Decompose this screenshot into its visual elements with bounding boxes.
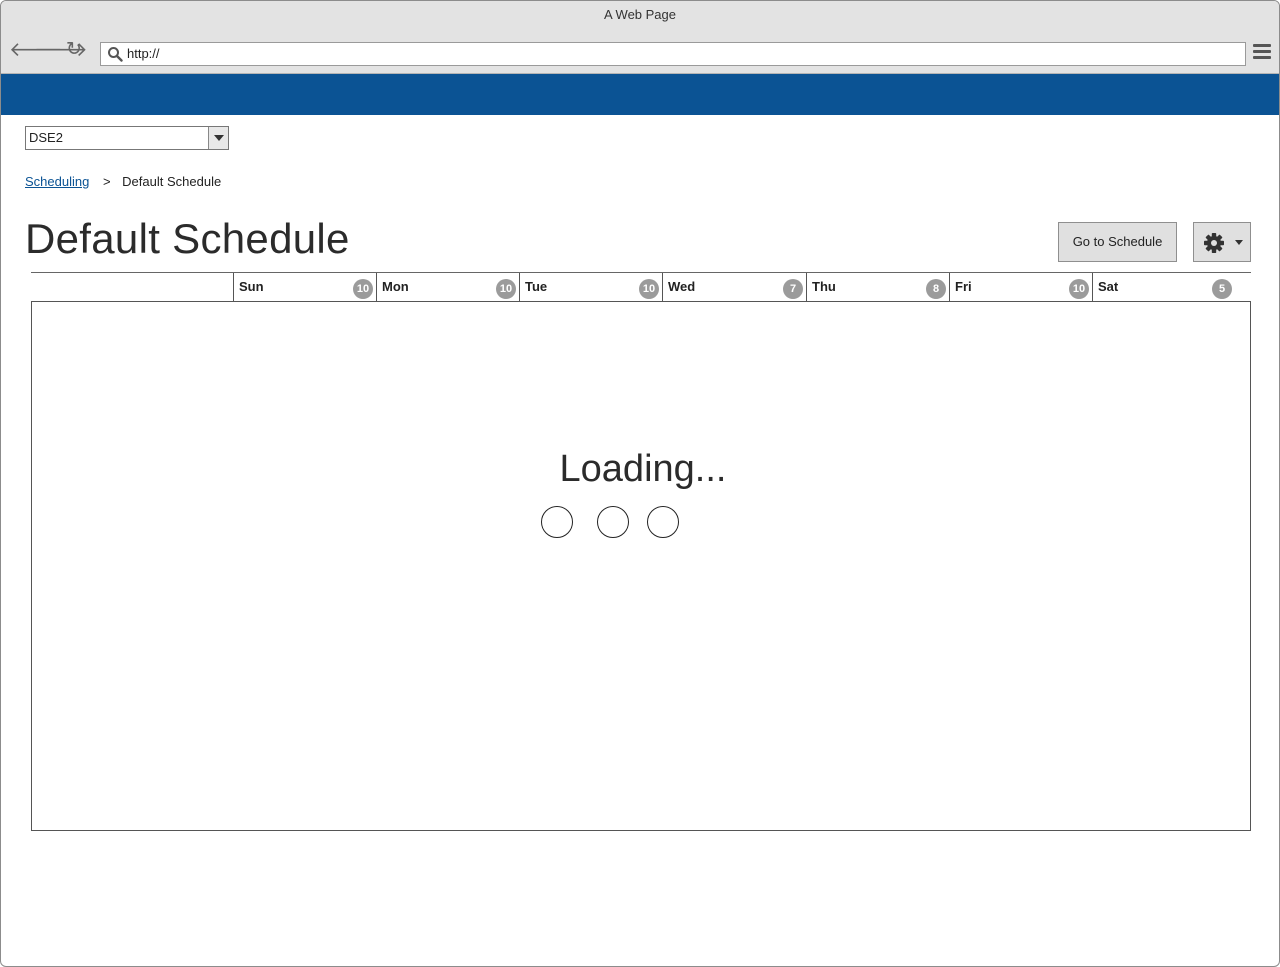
- day-column-mon[interactable]: Mon 10: [376, 273, 519, 301]
- browser-toolbar: 🡐 🡒 ↻ http://: [1, 29, 1279, 74]
- search-icon: [108, 47, 123, 62]
- settings-menu-button[interactable]: [1193, 222, 1251, 262]
- day-count-badge: 10: [639, 279, 659, 299]
- go-to-schedule-button[interactable]: Go to Schedule: [1058, 222, 1177, 262]
- day-name: Mon: [382, 279, 409, 294]
- day-column-thu[interactable]: Thu 8: [806, 273, 949, 301]
- forward-arrow-icon[interactable]: 🡒: [34, 39, 88, 61]
- day-name: Wed: [668, 279, 696, 294]
- gear-icon: [1204, 233, 1224, 253]
- day-header-row: Sun 10 Mon 10 Tue 10 Wed 7 Thu 8 Fri 10 …: [31, 272, 1251, 303]
- breadcrumb-separator: >: [102, 174, 111, 189]
- address-bar[interactable]: http://: [100, 42, 1246, 66]
- breadcrumb-link-scheduling[interactable]: Scheduling: [25, 174, 89, 189]
- browser-window: A Web Page 🡐 🡒 ↻ http:// DSE2 Scheduling…: [0, 0, 1280, 967]
- day-column-sat[interactable]: Sat 5: [1092, 273, 1235, 301]
- day-count-badge: 7: [783, 279, 803, 299]
- location-select-value: DSE2: [29, 130, 63, 145]
- chevron-down-icon: [1235, 240, 1243, 245]
- day-name: Fri: [955, 279, 972, 294]
- day-name: Thu: [812, 279, 836, 294]
- window-title: A Web Page: [1, 1, 1279, 29]
- reload-icon[interactable]: ↻: [63, 39, 85, 61]
- breadcrumb-current: Default Schedule: [122, 174, 222, 189]
- day-column-fri[interactable]: Fri 10: [949, 273, 1092, 301]
- day-name: Sun: [239, 279, 264, 294]
- day-count-badge: 5: [1212, 279, 1232, 299]
- day-column-wed[interactable]: Wed 7: [662, 273, 806, 301]
- schedule-grid: Loading...: [31, 301, 1251, 831]
- day-count-badge: 10: [353, 279, 373, 299]
- loading-text: Loading...: [559, 448, 727, 490]
- loading-dot: [597, 506, 629, 538]
- day-count-badge: 10: [496, 279, 516, 299]
- loading-dot: [647, 506, 679, 538]
- chevron-down-icon[interactable]: [208, 127, 228, 149]
- day-column-tue[interactable]: Tue 10: [519, 273, 662, 301]
- loading-dot: [541, 506, 573, 538]
- day-count-badge: 8: [926, 279, 946, 299]
- day-column-sun[interactable]: Sun 10: [233, 273, 376, 301]
- url-text: http://: [127, 46, 160, 61]
- location-select[interactable]: DSE2: [25, 126, 229, 150]
- hamburger-menu-icon[interactable]: [1253, 44, 1271, 60]
- page-title: Default Schedule: [25, 215, 350, 262]
- back-arrow-icon[interactable]: 🡐: [9, 39, 63, 61]
- day-count-badge: 10: [1069, 279, 1089, 299]
- breadcrumb: Scheduling > Default Schedule: [25, 174, 221, 189]
- day-name: Sat: [1098, 279, 1119, 294]
- day-name: Tue: [525, 279, 548, 294]
- app-header-banner: [1, 74, 1279, 115]
